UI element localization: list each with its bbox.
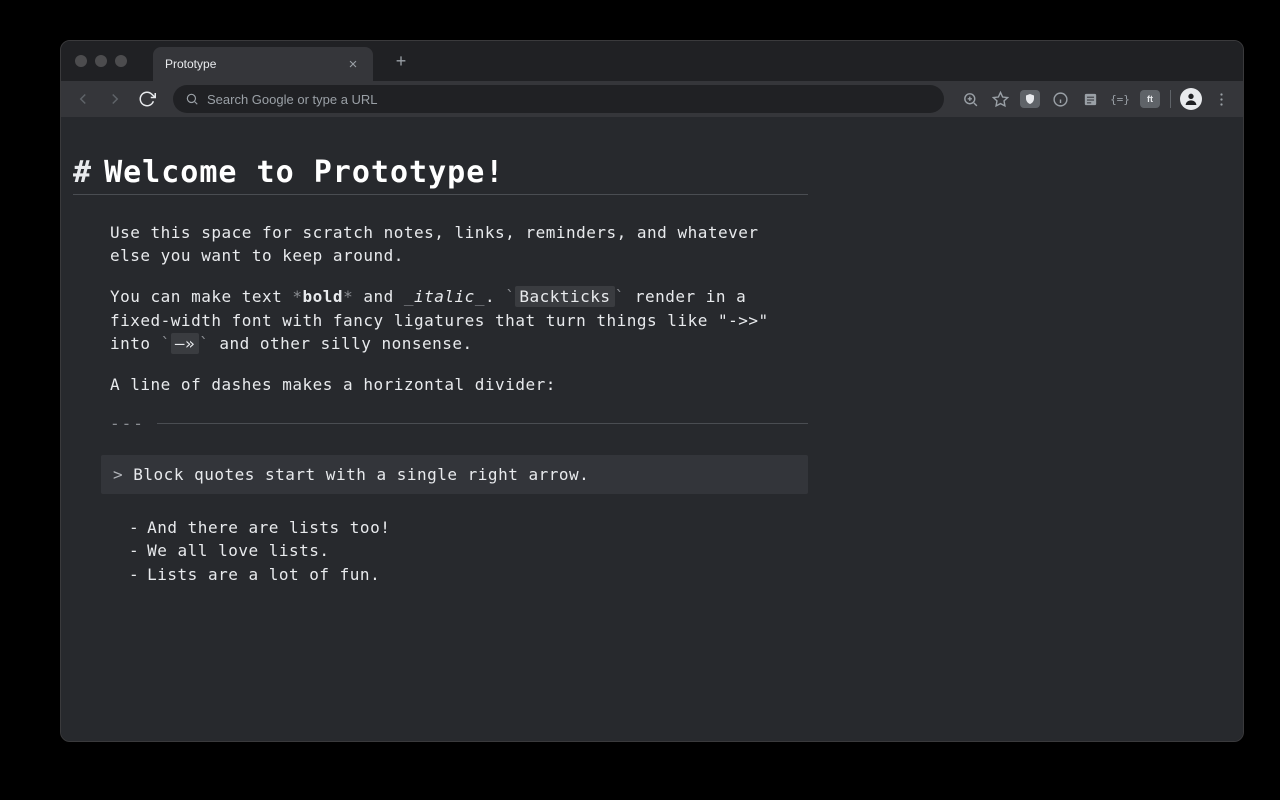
toolbar-actions: {=} ft <box>956 85 1235 113</box>
blockquote[interactable]: > Block quotes start with a single right… <box>101 455 808 494</box>
zoom-in-icon <box>962 91 979 108</box>
list-item-text: We all love lists. <box>147 539 329 562</box>
heading-marker: # <box>73 155 92 190</box>
italic-marker: _ <box>404 287 414 306</box>
braces-icon: {=} <box>1110 93 1130 106</box>
extension-ft[interactable]: ft <box>1136 85 1164 113</box>
extension-ublock[interactable] <box>1016 85 1044 113</box>
tab-strip: Prototype × + <box>61 41 1243 81</box>
zoom-button[interactable] <box>956 85 984 113</box>
hr-marker: --- <box>110 414 145 433</box>
document-editor[interactable]: # Welcome to Prototype! Use this space f… <box>73 155 808 586</box>
page-content[interactable]: # Welcome to Prototype! Use this space f… <box>61 117 1243 741</box>
shield-icon <box>1020 90 1040 108</box>
star-icon <box>992 91 1009 108</box>
toolbar-divider <box>1170 90 1171 108</box>
forward-button[interactable] <box>101 85 129 113</box>
list-marker: - <box>129 539 139 562</box>
heading-text: Welcome to Prototype! <box>104 155 504 190</box>
bookmark-button[interactable] <box>986 85 1014 113</box>
italic-marker: _ <box>475 287 485 306</box>
window-controls <box>71 55 135 67</box>
new-tab-button[interactable]: + <box>387 47 415 75</box>
list-item-text: And there are lists too! <box>147 516 390 539</box>
omnibox-input[interactable] <box>207 92 932 107</box>
reload-button[interactable] <box>133 85 161 113</box>
blockquote-marker: > <box>113 465 123 484</box>
browser-tab[interactable]: Prototype × <box>153 47 373 81</box>
paragraph[interactable]: You can make text *bold* and _italic_. `… <box>110 285 808 355</box>
extension-reader[interactable] <box>1076 85 1104 113</box>
list-item[interactable]: - We all love lists. <box>129 539 808 562</box>
code-marker: ` <box>199 334 209 353</box>
ft-icon: ft <box>1140 90 1160 108</box>
bold-marker: * <box>343 287 353 306</box>
browser-toolbar: {=} ft <box>61 81 1243 117</box>
reader-icon <box>1082 91 1099 108</box>
blockquote-text: Block quotes start with a single right a… <box>133 465 589 484</box>
hr-line-icon <box>157 423 808 424</box>
paragraph[interactable]: A line of dashes makes a horizontal divi… <box>110 373 808 396</box>
inline-code: Backticks <box>515 286 614 307</box>
inline-code: —» <box>171 333 199 354</box>
code-marker: ` <box>161 334 171 353</box>
window-minimize-button[interactable] <box>95 55 107 67</box>
back-button[interactable] <box>69 85 97 113</box>
window-close-button[interactable] <box>75 55 87 67</box>
kebab-icon <box>1213 91 1230 108</box>
search-icon <box>185 92 199 106</box>
italic-text: italic <box>414 287 475 306</box>
horizontal-rule[interactable]: --- <box>110 414 808 433</box>
close-tab-button[interactable]: × <box>345 56 361 72</box>
window-maximize-button[interactable] <box>115 55 127 67</box>
code-marker: ` <box>505 287 515 306</box>
browser-window: Prototype × + <box>60 40 1244 742</box>
bold-text: bold <box>303 287 344 306</box>
profile-button[interactable] <box>1177 85 1205 113</box>
list-item[interactable]: - And there are lists too! <box>129 516 808 539</box>
avatar-icon <box>1180 88 1202 110</box>
arrow-left-icon <box>74 90 92 108</box>
info-icon <box>1052 91 1069 108</box>
list-item[interactable]: - Lists are a lot of fun. <box>129 563 808 586</box>
paragraph[interactable]: Use this space for scratch notes, links,… <box>110 221 808 267</box>
reload-icon <box>138 90 156 108</box>
code-marker: ` <box>615 287 625 306</box>
address-bar[interactable] <box>173 85 944 113</box>
heading-1[interactable]: # Welcome to Prototype! <box>73 155 808 195</box>
list-item-text: Lists are a lot of fun. <box>147 563 380 586</box>
arrow-right-icon <box>106 90 124 108</box>
list-marker: - <box>129 563 139 586</box>
tab-title: Prototype <box>165 57 337 71</box>
bold-marker: * <box>292 287 302 306</box>
extension-info[interactable] <box>1046 85 1074 113</box>
menu-button[interactable] <box>1207 85 1235 113</box>
extension-braces[interactable]: {=} <box>1106 85 1134 113</box>
bullet-list[interactable]: - And there are lists too! - We all love… <box>129 516 808 586</box>
list-marker: - <box>129 516 139 539</box>
